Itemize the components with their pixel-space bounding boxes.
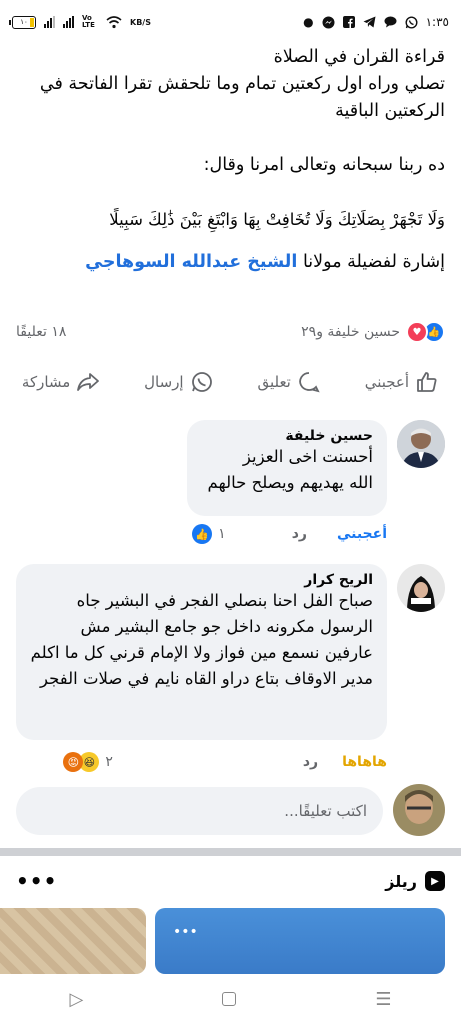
comment-label: تعليق (257, 373, 291, 391)
comment-author[interactable]: حسين خليفة (201, 428, 373, 444)
comment-author[interactable]: الريح كرار (30, 572, 373, 588)
avatar[interactable] (397, 564, 445, 612)
more-options-button[interactable]: ••• (16, 869, 57, 893)
avatar-person-icon (397, 420, 445, 468)
share-button[interactable]: مشاركة (22, 370, 100, 394)
like-button[interactable]: أعجبني (365, 370, 439, 394)
reels-title: ريلز ▶ (385, 871, 445, 891)
post-line-1: قراءة القران في الصلاة (273, 47, 445, 67)
post-actions: مشاركة إرسال تعليق أعجبني (0, 362, 461, 402)
reel-thumbnail[interactable]: ••• (155, 908, 445, 974)
comment-text: صباح الفل احنا بنصلي الفجر في البشير جاه… (30, 591, 373, 688)
like-label: أعجبني (364, 373, 410, 391)
battery-icon: ١٠ (9, 15, 36, 29)
comment-meta: أعجبني رد ١ 👍 (16, 524, 387, 544)
comment-bubble: حسين خليفة أحسنت اخى العزيز الله يهديهم … (187, 420, 387, 516)
post-verse: وَلَا تَجْهَرْ بِصَلَاتِكَ وَلَا تُخَافِ… (109, 210, 445, 229)
comment-meta: هاهاها رد ٢ 😆 😡 (16, 752, 387, 772)
status-right: ● ١:٣٥ (303, 15, 449, 29)
comment-icon (299, 372, 320, 393)
clock: ١:٣٥ (425, 15, 449, 29)
comment-2: الريح كرار صباح الفل احنا بنصلي الفجر في… (16, 564, 445, 774)
recents-nav-icon[interactable]: ☰ (375, 989, 391, 1010)
post-line-3 (18, 125, 445, 152)
share-label: مشاركة (21, 373, 71, 391)
like-reaction-icon: 👍 (192, 524, 213, 544)
reels-icon: ▶ (425, 871, 445, 891)
signal-icon (44, 16, 55, 28)
comment-like-button[interactable]: أعجبني (337, 526, 387, 542)
comment-text: أحسنت اخى العزيز الله يهديهم ويصلح حالهم (207, 447, 373, 492)
love-reaction-icon: ♥ (406, 321, 428, 343)
reactions-summary-text: حسين خليفة و٢٩ (301, 324, 400, 340)
post-line-5 (18, 179, 445, 206)
system-nav-bar: ▷ ☰ (0, 974, 461, 1024)
reels-title-text: ريلز (385, 871, 417, 891)
status-bar: ١٠ Vo LTE KB/S ● ١:٣٥ (0, 0, 461, 44)
telegram-icon (363, 16, 376, 28)
dot-icon: ● (303, 15, 314, 29)
post-body: قراءة القران في الصلاة تصلي وراه اول ركع… (18, 44, 445, 276)
avatar-person-icon (393, 784, 445, 836)
angry-reaction-icon: 😡 (63, 752, 84, 772)
post-line-2: تصلي وراه اول ركعتين تمام وما تلحقش تقرا… (39, 74, 445, 121)
reactions-summary[interactable]: 👍 ♥ حسين خليفة و٢٩ (301, 321, 445, 343)
reels-header: ••• ريلز ▶ (16, 866, 445, 896)
write-comment-row: اكتب تعليقًا... (16, 784, 445, 838)
current-user-avatar (393, 784, 445, 836)
back-nav-icon[interactable]: ▷ (70, 989, 84, 1010)
comment-reply-button[interactable]: رد (292, 526, 307, 542)
reel-thumbnail[interactable] (0, 908, 146, 974)
mention-link[interactable]: الشيخ عبدالله السوهاجي (85, 252, 297, 272)
volte-label: Vo LTE (82, 14, 95, 29)
post-mention-line: إشارة لفضيلة مولانا الشيخ عبدالله السوها… (18, 249, 445, 276)
send-label: إرسال (144, 373, 184, 391)
mention-prefix: إشارة لفضيلة مولانا (302, 252, 445, 272)
signal-icon-2 (63, 16, 74, 28)
comment-button[interactable]: تعليق (257, 370, 320, 394)
avatar[interactable] (397, 420, 445, 468)
comment-haha-button[interactable]: هاهاها (342, 754, 387, 770)
avatar-person-icon (397, 564, 445, 612)
comment-bubble: الريح كرار صباح الفل احنا بنصلي الفجر في… (16, 564, 387, 740)
status-left: ١٠ Vo LTE KB/S (9, 14, 151, 29)
comments-count[interactable]: ١٨ تعليقًا (16, 324, 66, 340)
reactions-summary-row: ١٨ تعليقًا 👍 ♥ حسين خليفة و٢٩ (16, 318, 445, 346)
home-nav-icon[interactable] (222, 992, 237, 1006)
post-line-4: ده ربنا سبحانه وتعالى امرنا وقال: (203, 155, 445, 175)
whatsapp-send-icon (191, 372, 212, 392)
whatsapp-icon (405, 15, 418, 29)
share-icon (77, 373, 100, 391)
send-button[interactable]: إرسال (144, 370, 213, 394)
network-speed: KB/S (130, 17, 151, 27)
comment-reaction-count: ٢ (105, 754, 113, 770)
post-line-7 (18, 233, 445, 249)
battery-level: ١٠ (20, 18, 28, 26)
messenger-icon (322, 16, 335, 29)
comment-1: حسين خليفة أحسنت اخى العزيز الله يهديهم … (16, 420, 445, 550)
section-divider (0, 848, 461, 856)
wifi-icon (106, 15, 122, 29)
chat-bubble-icon (384, 16, 397, 28)
comment-input[interactable]: اكتب تعليقًا... (16, 787, 383, 835)
reel-more-icon[interactable]: ••• (173, 924, 198, 940)
thumbs-up-icon (417, 372, 437, 392)
comment-reaction-count: ١ (218, 526, 226, 542)
comment-reply-button[interactable]: رد (303, 754, 318, 770)
facebook-icon (342, 16, 355, 28)
